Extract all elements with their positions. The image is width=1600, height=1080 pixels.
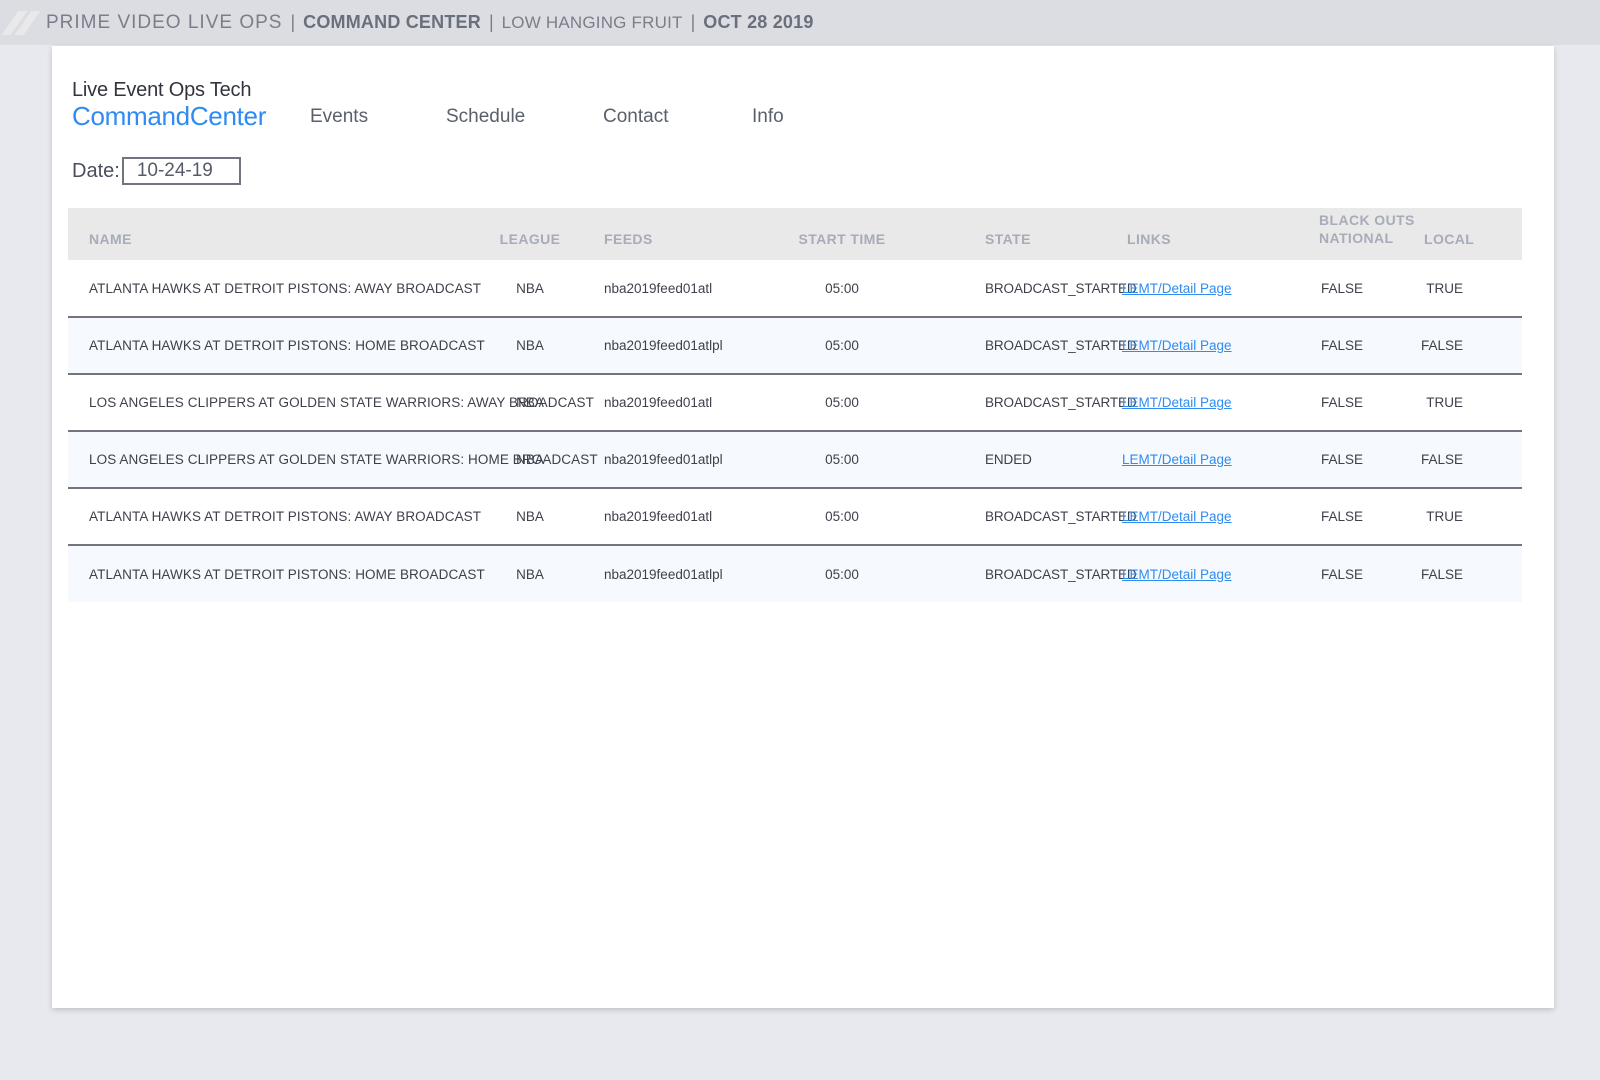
event-name-cell: LOS ANGELES CLIPPERS AT GOLDEN STATE WAR… [68,374,480,431]
national-blackout-cell: FALSE [1300,317,1410,374]
app-title: Live Event Ops Tech CommandCenter [72,79,266,131]
table-row: ATLANTA HAWKS AT DETROIT PISTONS: HOME B… [68,545,1522,602]
event-name-cell: ATLANTA HAWKS AT DETROIT PISTONS: AWAY B… [68,488,480,545]
table-row: LOS ANGELES CLIPPERS AT GOLDEN STATE WAR… [68,374,1522,431]
table-row: ATLANTA HAWKS AT DETROIT PISTONS: AWAY B… [68,488,1522,545]
feeds-cell: nba2019feed01atl [580,374,784,431]
events-table-body: ATLANTA HAWKS AT DETROIT PISTONS: AWAY B… [68,260,1522,602]
nav-item-schedule[interactable]: Schedule [446,106,525,128]
topbar-subsection: LOW HANGING FRUIT [502,13,683,33]
lemt-detail-link[interactable]: LEMT/Detail Page [1122,338,1232,353]
national-blackout-cell: FALSE [1300,488,1410,545]
app-title-line2: CommandCenter [72,102,266,131]
topbar-section: COMMAND CENTER [303,12,481,33]
local-blackout-cell: TRUE [1410,260,1522,317]
national-blackout-cell: FALSE [1300,260,1410,317]
feeds-cell: nba2019feed01atl [580,488,784,545]
league-cell: NBA [480,260,580,317]
national-blackout-cell: FALSE [1300,431,1410,488]
column-header-league: LEAGUE [480,208,580,260]
nav-item-events[interactable]: Events [310,106,368,128]
separator: | [489,12,494,33]
column-header-blackouts-national: BLACK OUTS NATIONAL [1300,208,1410,260]
column-header-start-time: START TIME [784,208,964,260]
local-blackout-cell: FALSE [1410,317,1522,374]
feeds-cell: nba2019feed01atlpl [580,431,784,488]
links-cell: LEMT/Detail Page [1122,260,1300,317]
table-row: LOS ANGELES CLIPPERS AT GOLDEN STATE WAR… [68,431,1522,488]
national-blackout-cell: FALSE [1300,545,1410,602]
column-header-name: NAME [68,208,480,260]
lemt-detail-link[interactable]: LEMT/Detail Page [1122,452,1232,467]
state-cell: ENDED [964,431,1122,488]
table-header-row: NAME LEAGUE FEEDS START TIME STATE LINKS… [68,208,1522,260]
prime-video-stripes-icon [10,11,36,35]
main-card: Live Event Ops Tech CommandCenter Events… [52,46,1554,1008]
state-cell: BROADCAST_STARTED [964,545,1122,602]
separator: | [290,12,295,33]
links-cell: LEMT/Detail Page [1122,545,1300,602]
league-cell: NBA [480,317,580,374]
events-table: NAME LEAGUE FEEDS START TIME STATE LINKS… [68,208,1522,602]
date-label: Date: [72,160,120,183]
feeds-cell: nba2019feed01atlpl [580,545,784,602]
national-blackout-cell: FALSE [1300,374,1410,431]
column-header-state: STATE [964,208,1122,260]
app-title-line1: Live Event Ops Tech [72,79,266,102]
nav-item-contact[interactable]: Contact [603,106,668,128]
feeds-cell: nba2019feed01atl [580,260,784,317]
links-cell: LEMT/Detail Page [1122,374,1300,431]
lemt-detail-link[interactable]: LEMT/Detail Page [1122,509,1232,524]
column-header-local: LOCAL [1410,208,1522,260]
separator: | [691,12,696,33]
links-cell: LEMT/Detail Page [1122,317,1300,374]
start-time-cell: 05:00 [784,317,964,374]
table-row: ATLANTA HAWKS AT DETROIT PISTONS: AWAY B… [68,260,1522,317]
links-cell: LEMT/Detail Page [1122,488,1300,545]
topbar: PRIME VIDEO LIVE OPS | COMMAND CENTER | … [0,0,1600,45]
state-cell: BROADCAST_STARTED [964,317,1122,374]
start-time-cell: 05:00 [784,260,964,317]
blackouts-header-line1: BLACK OUTS [1319,211,1410,229]
links-cell: LEMT/Detail Page [1122,431,1300,488]
local-blackout-cell: FALSE [1410,545,1522,602]
local-blackout-cell: FALSE [1410,431,1522,488]
state-cell: BROADCAST_STARTED [964,374,1122,431]
state-cell: BROADCAST_STARTED [964,488,1122,545]
league-cell: NBA [480,545,580,602]
local-blackout-cell: TRUE [1410,488,1522,545]
start-time-cell: 05:00 [784,374,964,431]
event-name-cell: ATLANTA HAWKS AT DETROIT PISTONS: HOME B… [68,545,480,602]
state-cell: BROADCAST_STARTED [964,260,1122,317]
lemt-detail-link[interactable]: LEMT/Detail Page [1122,281,1232,296]
column-header-feeds: FEEDS [580,208,784,260]
card-header: Live Event Ops Tech CommandCenter Events… [52,46,1554,139]
topbar-title: PRIME VIDEO LIVE OPS | COMMAND CENTER | … [46,12,814,34]
topbar-brand: PRIME VIDEO LIVE OPS [46,12,282,34]
league-cell: NBA [480,488,580,545]
lemt-detail-link[interactable]: LEMT/Detail Page [1122,567,1232,582]
column-header-links: LINKS [1122,208,1300,260]
feeds-cell: nba2019feed01atlpl [580,317,784,374]
event-name-cell: LOS ANGELES CLIPPERS AT GOLDEN STATE WAR… [68,431,480,488]
date-filter: Date: [72,157,1554,185]
event-name-cell: ATLANTA HAWKS AT DETROIT PISTONS: AWAY B… [68,260,480,317]
nav-item-info[interactable]: Info [752,106,784,128]
date-input[interactable] [122,157,241,185]
start-time-cell: 05:00 [784,431,964,488]
topbar-date: OCT 28 2019 [703,12,813,33]
start-time-cell: 05:00 [784,545,964,602]
local-blackout-cell: TRUE [1410,374,1522,431]
event-name-cell: ATLANTA HAWKS AT DETROIT PISTONS: HOME B… [68,317,480,374]
start-time-cell: 05:00 [784,488,964,545]
blackouts-header-line2: NATIONAL [1319,229,1410,247]
table-row: ATLANTA HAWKS AT DETROIT PISTONS: HOME B… [68,317,1522,374]
lemt-detail-link[interactable]: LEMT/Detail Page [1122,395,1232,410]
